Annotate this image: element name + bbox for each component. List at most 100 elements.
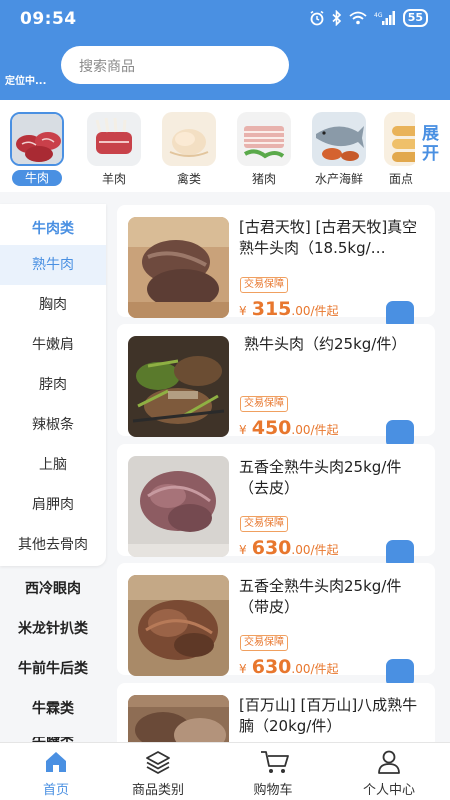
nav-profile[interactable]: 个人中心 [333, 743, 445, 800]
category-label: 面点 [389, 172, 414, 186]
nav-label: 商品类别 [131, 783, 184, 798]
category-lamb[interactable]: 羊肉 [84, 112, 144, 186]
main-category-item[interactable]: 西冷眼肉 [0, 578, 106, 598]
user-icon [376, 749, 402, 775]
cart-icon [260, 749, 289, 775]
system-icons: 4G 55 [309, 9, 428, 27]
bluetooth-icon [332, 10, 342, 26]
nav-categories[interactable]: 商品类别 [102, 743, 214, 800]
subcategory-item[interactable]: 熟牛肉 [0, 245, 106, 285]
subcategory-item[interactable]: 牛嫩肩 [0, 325, 106, 365]
product-card[interactable]: [百万山] [百万山]八成熟牛腩（20kg/件） [117, 683, 435, 742]
status-time: 09:54 [20, 9, 77, 29]
price-unit: /件起 [310, 543, 339, 557]
product-card[interactable]: 熟牛头肉（约25kg/件） 交易保障 ¥ 450.00/件起 [117, 324, 435, 448]
expand-categories-button[interactable]: 展开 [422, 124, 442, 164]
product-list: [古君天牧] [古君天牧]真空熟牛头肉（18.5kg/… 交易保障 ¥ 315.… [117, 192, 450, 742]
main-category-item[interactable]: 牛前牛后类 [0, 658, 106, 678]
price-integer: 450 [251, 417, 292, 439]
product-card[interactable]: 五香全熟牛头肉25kg/件（去皮） 交易保障 ¥ 630.00/件起 [117, 444, 435, 568]
subcategory-item[interactable]: 肩胛肉 [0, 485, 106, 525]
category-label: 牛肉 [12, 170, 62, 186]
nav-label: 购物车 [253, 783, 293, 798]
wifi-icon [349, 11, 367, 25]
layers-icon [145, 749, 171, 775]
subcategory-item[interactable]: 辣椒条 [0, 405, 106, 445]
search-placeholder: 搜索商品 [79, 59, 135, 75]
price-unit: /件起 [310, 662, 339, 676]
price-decimal: .00 [291, 423, 311, 437]
subcategory-title[interactable]: 牛肉类 [0, 218, 106, 238]
status-bar: 09:54 4G 55 [0, 0, 450, 38]
product-image [128, 456, 229, 557]
category-pork[interactable]: 猪肉 [234, 112, 294, 186]
bottom-navigation: 首页 商品类别 购物车 个人中心 [0, 742, 450, 800]
product-name: [古君天牧] [古君天牧]真空熟牛头肉（18.5kg/… [239, 218, 418, 257]
lamb-image [87, 112, 141, 166]
beef-image [10, 112, 64, 166]
svg-text:4G: 4G [374, 12, 383, 19]
product-image [128, 336, 229, 437]
price-unit: /件起 [310, 423, 339, 437]
pork-image [237, 112, 291, 166]
battery-indicator: 55 [402, 9, 428, 27]
product-name: 熟牛头肉（约25kg/件） [244, 335, 407, 353]
price-integer: 630 [251, 656, 292, 678]
nav-cart[interactable]: 购物车 [217, 743, 329, 800]
product-price: ¥ 450.00/件起 [239, 417, 339, 439]
price-decimal: .00 [291, 662, 311, 676]
category-pastry[interactable]: 面点 [381, 112, 415, 186]
header: 09:54 4G 55 定位中... 搜索商品 [0, 0, 450, 100]
price-currency: ¥ [239, 662, 247, 676]
category-poultry[interactable]: 禽类 [159, 112, 219, 186]
subcategory-item[interactable]: 其他去骨肉 [0, 525, 106, 565]
product-name: 五香全熟牛头肉25kg/件（去皮） [239, 458, 402, 497]
subcategory-panel: 牛肉类 熟牛肉 胸肉 牛嫩肩 脖肉 辣椒条 上脑 肩胛肉 其他去骨肉 [0, 204, 106, 566]
subcategory-item[interactable]: 胸肉 [0, 285, 106, 325]
price-currency: ¥ [239, 423, 247, 437]
trade-guarantee-badge: 交易保障 [240, 277, 288, 293]
product-price: ¥ 630.00/件起 [239, 537, 339, 559]
price-unit: /件起 [310, 304, 339, 318]
product-card[interactable]: 五香全熟牛头肉25kg/件（带皮） 交易保障 ¥ 630.00/件起 [117, 563, 435, 687]
nav-home[interactable]: 首页 [0, 743, 112, 800]
subcategory-item[interactable]: 上脑 [0, 445, 106, 485]
price-integer: 630 [251, 537, 292, 559]
pastry-image [384, 112, 415, 166]
category-strip: 牛肉 羊肉 禽类 猪肉 水产海鲜 面点 [0, 100, 450, 192]
product-image [128, 695, 229, 742]
nav-label: 首页 [42, 783, 69, 798]
product-price: ¥ 630.00/件起 [239, 656, 339, 678]
category-beef[interactable]: 牛肉 [7, 112, 67, 186]
price-decimal: .00 [291, 304, 311, 318]
product-image [128, 575, 229, 676]
main-category-item[interactable]: 米龙针扒类 [0, 618, 106, 638]
product-name: 五香全熟牛头肉25kg/件（带皮） [239, 577, 402, 616]
product-card[interactable]: [古君天牧] [古君天牧]真空熟牛头肉（18.5kg/… 交易保障 ¥ 315.… [117, 205, 435, 329]
price-currency: ¥ [239, 304, 247, 318]
alarm-icon [309, 10, 325, 26]
price-currency: ¥ [239, 543, 247, 557]
home-icon [43, 749, 69, 775]
product-name: [百万山] [百万山]八成熟牛腩（20kg/件） [239, 696, 418, 735]
category-label: 禽类 [176, 172, 201, 186]
category-label: 猪肉 [251, 172, 276, 186]
category-seafood[interactable]: 水产海鲜 [309, 112, 369, 186]
category-label: 羊肉 [101, 172, 126, 186]
trade-guarantee-badge: 交易保障 [240, 516, 288, 532]
location-label[interactable]: 定位中... [5, 72, 46, 87]
product-price: ¥ 315.00/件起 [239, 298, 339, 320]
subcategory-item[interactable]: 脖肉 [0, 365, 106, 405]
seafood-image [312, 112, 366, 166]
poultry-image [162, 112, 216, 166]
category-label: 水产海鲜 [314, 172, 363, 186]
search-input[interactable]: 搜索商品 [61, 46, 289, 84]
price-decimal: .00 [291, 543, 311, 557]
product-image [128, 217, 229, 318]
trade-guarantee-badge: 交易保障 [240, 635, 288, 651]
nav-label: 个人中心 [362, 783, 415, 798]
trade-guarantee-badge: 交易保障 [240, 396, 288, 412]
price-integer: 315 [251, 298, 292, 320]
signal-icon: 4G [374, 10, 396, 26]
main-category-item[interactable]: 牛霖类 [0, 698, 106, 718]
